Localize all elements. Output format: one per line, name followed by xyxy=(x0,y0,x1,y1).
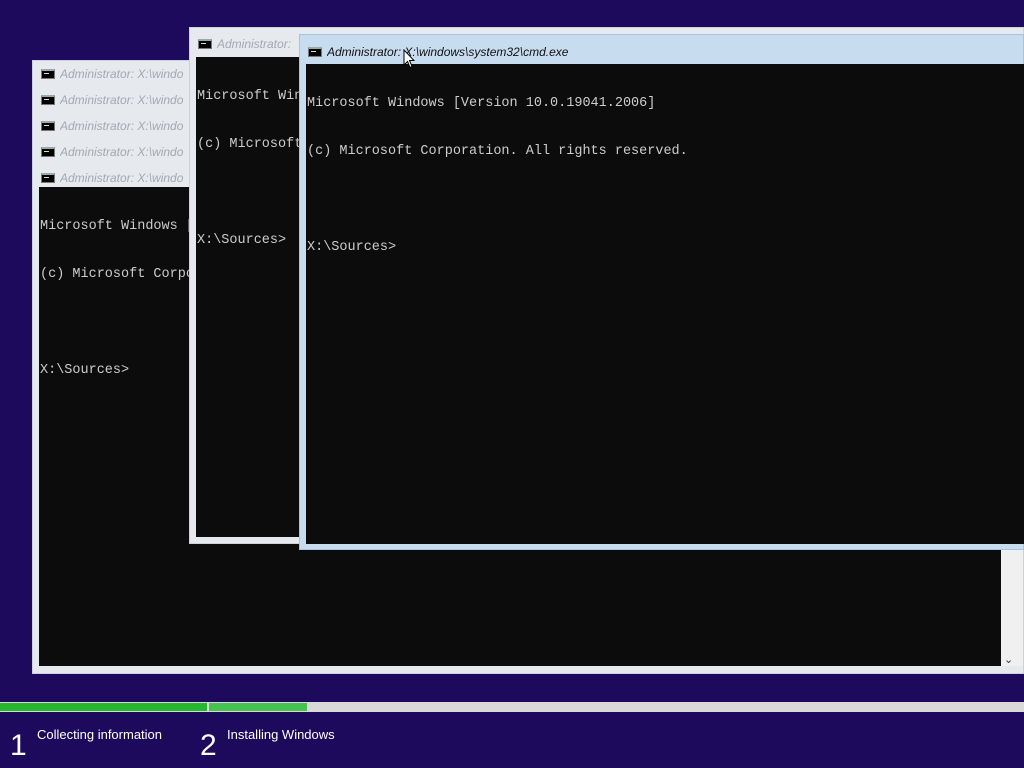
console-output[interactable]: Microsoft Windows [Version 10.0.19041.20… xyxy=(306,64,1024,544)
scroll-down-icon[interactable]: ⌄ xyxy=(1004,653,1013,666)
cmd-window-cascade-2[interactable]: Administrator: X:\windo xyxy=(32,86,200,113)
window-title: Administrator: X:\windo xyxy=(60,67,184,81)
cmd-icon xyxy=(308,47,322,57)
console-line: X:\Sources> xyxy=(307,240,397,255)
window-title: Administrator: X:\windo xyxy=(60,145,184,159)
cmd-window-cascade-4[interactable]: Administrator: X:\windo xyxy=(32,138,200,165)
cmd-window-cascade-3[interactable]: Administrator: X:\windo xyxy=(32,112,200,139)
window-title: Administrator: X:\windows\system32\cmd.e… xyxy=(327,45,569,59)
window-title: Administrator: X:\windo xyxy=(60,119,184,133)
cmd-icon xyxy=(41,121,55,131)
setup-desktop: Administrator: X:\windo Microsoft Window… xyxy=(0,0,1024,768)
cmd-window-titlebar[interactable]: Administrator: X:\windo xyxy=(33,113,199,139)
cmd-icon xyxy=(41,95,55,105)
window-title: Administrator: X:\windo xyxy=(60,93,184,107)
cmd-icon xyxy=(41,147,55,157)
cmd-icon xyxy=(41,69,55,79)
cmd-window-titlebar[interactable]: Administrator: X:\windo xyxy=(33,139,199,165)
cmd-window-active[interactable]: Administrator: X:\windows\system32\cmd.e… xyxy=(299,34,1024,550)
console-line: Microsoft Windows [Version 10.0.19041.20… xyxy=(307,96,656,111)
console-line: (c) Microsoft Corporation. All rights re… xyxy=(307,144,688,159)
cmd-window-cascade-1[interactable]: Administrator: X:\windo xyxy=(32,60,200,87)
window-title: Administrator: X:\windo xyxy=(60,171,184,185)
progress-step-1-fill xyxy=(0,703,207,711)
window-title: Administrator: xyxy=(217,37,292,51)
step-2-label: Installing Windows xyxy=(227,727,335,742)
cmd-window-titlebar[interactable]: Administrator: X:\windo xyxy=(33,61,199,87)
step-1-number: 1 xyxy=(10,729,27,762)
progress-step-2-fill xyxy=(209,703,307,711)
cmd-window-titlebar[interactable]: Administrator: X:\windo xyxy=(33,87,199,113)
step-2-number: 2 xyxy=(200,729,217,762)
cmd-icon xyxy=(198,39,212,49)
step-1-label: Collecting information xyxy=(37,727,163,742)
cmd-icon xyxy=(41,173,55,183)
mouse-pointer-icon xyxy=(403,49,415,69)
